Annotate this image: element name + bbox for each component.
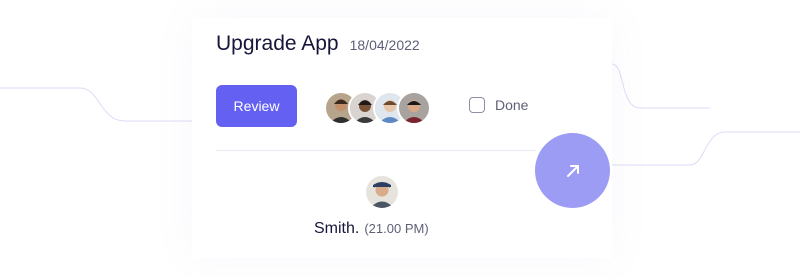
done-checkbox[interactable] — [469, 97, 485, 113]
user-avatar — [366, 176, 398, 208]
divider — [216, 150, 536, 151]
arrow-up-right-icon — [566, 164, 579, 177]
user-time: (21.00 PM) — [364, 221, 429, 236]
done-label: Done — [495, 97, 529, 113]
user-info: Smith. (21.00 PM) — [314, 220, 429, 238]
assignee-avatars[interactable] — [324, 91, 431, 125]
task-title: Upgrade App — [216, 32, 339, 55]
task-date: 18/04/2022 — [349, 37, 420, 53]
task-header: Upgrade App 18/04/2022 — [216, 32, 420, 56]
done-checkbox-group[interactable]: Done — [469, 97, 528, 113]
review-button[interactable]: Review — [216, 85, 297, 127]
user-name: Smith. — [314, 220, 360, 237]
open-task-button[interactable] — [535, 133, 610, 208]
avatar[interactable] — [397, 91, 431, 125]
